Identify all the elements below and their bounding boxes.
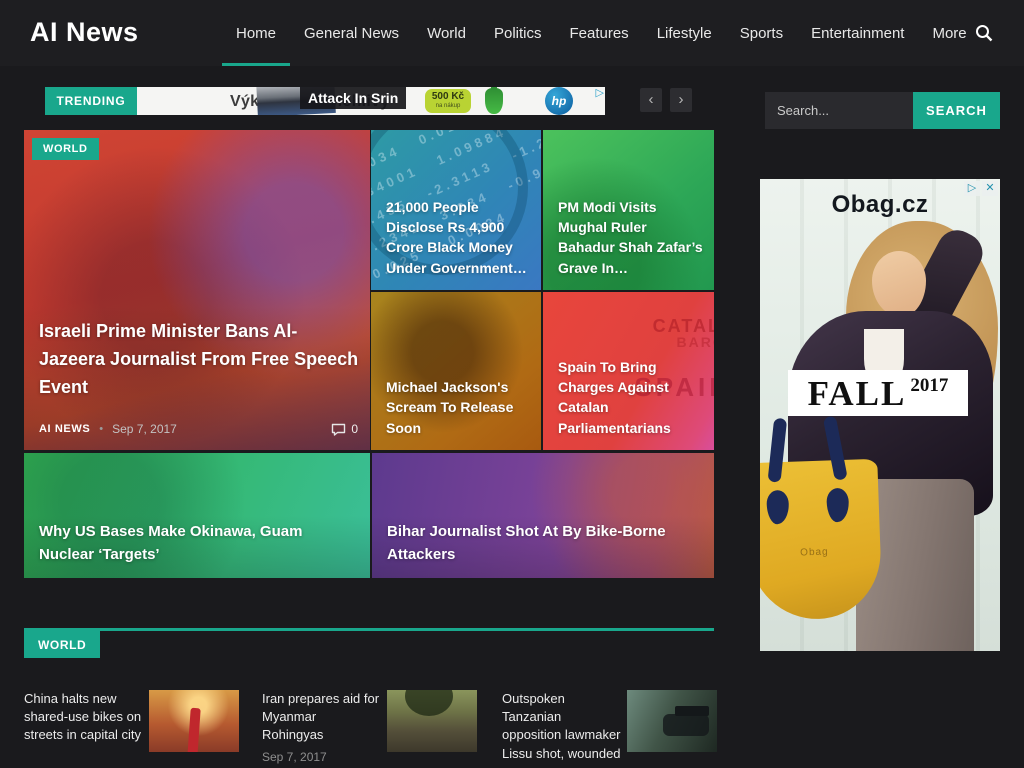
search-button[interactable]: SEARCH xyxy=(913,92,1000,129)
dot-separator-icon: • xyxy=(99,423,103,435)
season-text: FALL xyxy=(808,376,907,411)
hero-tile-okinawa[interactable]: Why US Bases Make Okinawa, Guam Nuclear … xyxy=(24,453,370,578)
article-title[interactable]: Iran prepares aid for Myanmar Rohingyas xyxy=(262,690,381,745)
hero-tile-bihar[interactable]: Bihar Journalist Shot At By Bike-Borne A… xyxy=(372,453,714,578)
article-title[interactable]: 21,000 People Disclose Rs 4,900 Crore Bl… xyxy=(386,197,531,278)
article-title[interactable]: Outspoken Tanzanian opposition lawmaker … xyxy=(502,690,621,763)
adchoices-icon[interactable]: ▷ xyxy=(964,181,980,196)
sidebar-display-ad[interactable]: ▷ ✕ Obag.cz FALL 2017 Obag xyxy=(760,179,1000,651)
site-logo[interactable]: AI News xyxy=(30,17,139,48)
hero-tile-modi[interactable]: PM Modi Visits Mughal Ruler Bahadur Shah… xyxy=(543,130,714,290)
site-header: AI News Home General News World Politics… xyxy=(0,0,1024,66)
hero-tile-spain[interactable]: CATALONIA BARCELONA SPAIN Spain To Bring… xyxy=(543,292,714,450)
nav-item-more[interactable]: More xyxy=(918,0,980,66)
trending-controls: ‹ › xyxy=(640,88,692,112)
price-badge: 500 Kč na nákup xyxy=(425,89,471,113)
article-title[interactable]: China halts new shared-use bikes on stre… xyxy=(24,690,143,745)
year-text: 2017 xyxy=(910,375,948,397)
ad-season-banner: FALL 2017 xyxy=(788,370,968,416)
comment-count[interactable]: 0 xyxy=(331,422,358,436)
handbag-image: Obag xyxy=(760,459,883,622)
nav-item-home[interactable]: Home xyxy=(222,0,290,66)
trending-next-button[interactable]: › xyxy=(670,88,692,112)
article-thumbnail[interactable] xyxy=(627,690,717,752)
hp-logo: hp xyxy=(545,87,573,115)
hero-grid: WORLD Israeli Prime Minister Bans Al-Jaz… xyxy=(24,130,714,578)
page: AI News Home General News World Politics… xyxy=(0,0,1024,768)
hero-tile-michael-jackson[interactable]: Michael Jackson's Scream To Release Soon xyxy=(371,292,541,450)
section-divider xyxy=(24,628,714,631)
nav-item-general-news[interactable]: General News xyxy=(290,0,413,66)
list-item-text: China halts new shared-use bikes on stre… xyxy=(24,690,143,752)
article-title[interactable]: Spain To Bring Charges Against Catalan P… xyxy=(558,357,704,438)
search-input[interactable] xyxy=(765,92,913,129)
comment-icon xyxy=(331,423,346,436)
world-section-badge[interactable]: WORLD xyxy=(24,631,100,658)
article-thumbnail[interactable] xyxy=(149,690,239,752)
article-title[interactable]: PM Modi Visits Mughal Ruler Bahadur Shah… xyxy=(558,197,704,278)
trending-prev-button[interactable]: ‹ xyxy=(640,88,662,112)
article-title[interactable]: Israeli Prime Minister Bans Al-Jazeera J… xyxy=(39,318,360,402)
list-item-iran-rohingya: Iran prepares aid for Myanmar Rohingyas … xyxy=(262,690,480,764)
search-module: SEARCH xyxy=(765,92,1000,129)
price-note: na nákup xyxy=(425,103,471,109)
article-date: Sep 7, 2017 xyxy=(262,750,381,764)
comment-number: 0 xyxy=(351,422,358,436)
trending-badge: TRENDING xyxy=(45,87,137,115)
list-item-text: Iran prepares aid for Myanmar Rohingyas … xyxy=(262,690,381,764)
category-badge[interactable]: WORLD xyxy=(32,138,99,160)
article-date: Sep 7, 2017 xyxy=(112,422,177,436)
handbag-image xyxy=(766,490,789,525)
list-item-text: Outspoken Tanzanian opposition lawmaker … xyxy=(502,690,621,763)
article-title[interactable]: Michael Jackson's Scream To Release Soon xyxy=(386,377,531,438)
list-item-china-bikes: China halts new shared-use bikes on stre… xyxy=(24,690,242,752)
adchoices-icon[interactable]: ▷ xyxy=(596,87,604,99)
nav-item-politics[interactable]: Politics xyxy=(480,0,556,66)
article-author[interactable]: AI NEWS xyxy=(39,423,90,435)
hero-main-article[interactable]: WORLD Israeli Prime Minister Bans Al-Jaz… xyxy=(24,130,370,450)
map-label: BARCELONA xyxy=(677,334,714,350)
article-thumbnail[interactable] xyxy=(387,690,477,752)
nav-item-world[interactable]: World xyxy=(413,0,480,66)
trending-banner-ad[interactable]: Výkonný, spolehlivý Attack In Srin 500 K… xyxy=(137,87,605,115)
nav-item-features[interactable]: Features xyxy=(555,0,642,66)
nav-item-sports[interactable]: Sports xyxy=(726,0,797,66)
price-value: 500 Kč xyxy=(425,91,471,103)
search-icon[interactable] xyxy=(974,23,994,43)
main-nav: Home General News World Politics Feature… xyxy=(222,0,981,66)
handbag-image xyxy=(826,488,849,523)
article-title[interactable]: Bihar Journalist Shot At By Bike-Borne A… xyxy=(387,521,704,566)
nav-item-entertainment[interactable]: Entertainment xyxy=(797,0,918,66)
article-title[interactable]: Why US Bases Make Okinawa, Guam Nuclear … xyxy=(39,521,310,566)
ad-controls: ▷ ✕ xyxy=(964,181,998,196)
nav-item-lifestyle[interactable]: Lifestyle xyxy=(643,0,726,66)
trending-bar: TRENDING Výkonný, spolehlivý Attack In S… xyxy=(45,87,605,115)
list-item-tanzania-lissu: Outspoken Tanzanian opposition lawmaker … xyxy=(502,690,718,763)
trending-ticker[interactable]: Attack In Srin xyxy=(300,87,406,109)
bottle-image xyxy=(485,88,503,114)
close-icon[interactable]: ✕ xyxy=(982,181,998,196)
article-meta: AI NEWS • Sep 7, 2017 0 xyxy=(39,422,358,436)
bag-brand-label: Obag xyxy=(760,545,881,561)
handbag-image xyxy=(768,418,788,483)
hero-tile-black-money[interactable]: 0.00034 0.01300 -2.34001 1.09884 -3.455 … xyxy=(371,130,541,290)
